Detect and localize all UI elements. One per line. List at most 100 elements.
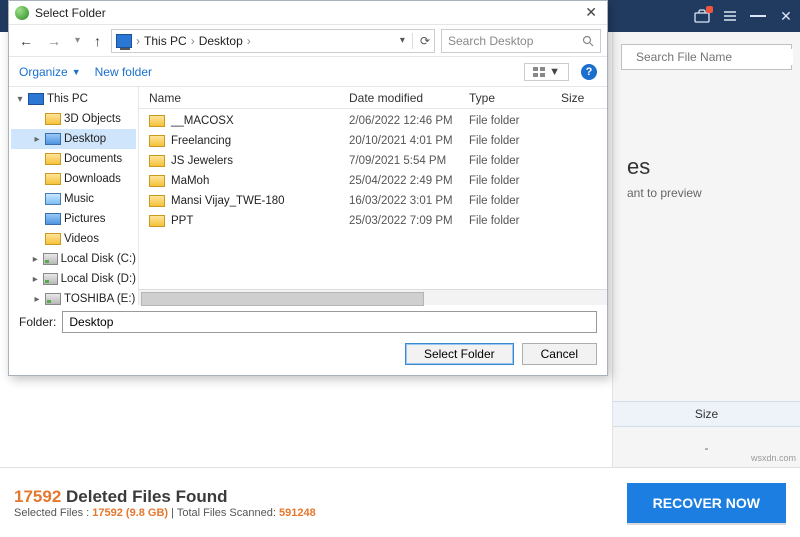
cancel-button[interactable]: Cancel <box>522 343 597 365</box>
this-pc-icon <box>116 34 132 48</box>
tree-item[interactable]: Pictures <box>11 209 136 229</box>
folder-name-input[interactable] <box>62 311 597 333</box>
dialog-search-placeholder: Search Desktop <box>448 34 533 48</box>
list-item[interactable]: Freelancing20/10/2021 4:01 PMFile folder <box>139 131 607 151</box>
tree-item[interactable]: ▾ This PC <box>11 89 136 109</box>
tree-item[interactable]: ▸Local Disk (C:) <box>11 249 136 269</box>
tree-item[interactable]: Documents <box>11 149 136 169</box>
address-dropdown-icon[interactable]: ▾ <box>400 35 405 46</box>
crumb-desktop[interactable]: Desktop <box>199 34 243 48</box>
folder-icon <box>149 155 165 167</box>
scan-summary: Selected Files : 17592 (9.8 GB) | Total … <box>14 507 316 519</box>
folder-icon <box>149 135 165 147</box>
col-date[interactable]: Date modified <box>349 91 469 105</box>
select-folder-button[interactable]: Select Folder <box>405 343 514 365</box>
expander-icon[interactable]: ▸ <box>32 294 42 305</box>
item-name: JS Jewelers <box>171 155 233 167</box>
nav-up-icon[interactable]: ↑ <box>90 33 105 49</box>
search-file-field[interactable]: ✕ <box>621 44 792 70</box>
crumb-this-pc[interactable]: This PC <box>144 34 187 48</box>
nav-back-icon[interactable]: ← <box>15 33 37 49</box>
item-type: File folder <box>469 115 561 127</box>
expander-icon[interactable]: ▸ <box>31 254 40 265</box>
toolbox-icon[interactable] <box>694 8 710 24</box>
item-date: 2/06/2022 12:46 PM <box>349 115 469 127</box>
search-file-input[interactable] <box>634 49 793 65</box>
preview-pane: ✕ es ant to preview Size - <box>612 32 800 467</box>
folder-icon <box>149 215 165 227</box>
new-folder-button[interactable]: New folder <box>95 65 152 79</box>
select-folder-dialog: Select Folder ✕ ← → ▾ ↑ › This PC › Desk… <box>8 0 608 376</box>
tree-item-label: Music <box>64 193 94 205</box>
address-bar[interactable]: › This PC › Desktop › ▾ ⟳ <box>111 29 435 53</box>
menu-icon[interactable] <box>722 8 738 24</box>
nav-forward-icon[interactable]: → <box>43 33 65 49</box>
folder-icon <box>149 175 165 187</box>
drive-icon <box>43 253 58 265</box>
list-item[interactable]: MaMoh25/04/2022 2:49 PMFile folder <box>139 171 607 191</box>
window-close-icon[interactable]: ✕ <box>778 8 794 24</box>
item-date: 25/04/2022 2:49 PM <box>349 175 469 187</box>
folder-icon <box>45 153 61 165</box>
watermark: wsxdn.com <box>751 453 796 463</box>
expander-icon[interactable]: ▸ <box>32 134 42 145</box>
nav-history-icon[interactable]: ▾ <box>71 35 84 46</box>
folder-icon <box>45 173 61 185</box>
item-name: __MACOSX <box>171 115 234 127</box>
dialog-title-bar[interactable]: Select Folder ✕ <box>9 1 607 25</box>
organize-menu[interactable]: Organize ▼ <box>19 65 81 79</box>
item-type: File folder <box>469 135 561 147</box>
tree-item-label: Videos <box>64 233 99 245</box>
list-item[interactable]: PPT25/03/2022 7:09 PMFile folder <box>139 211 607 231</box>
col-name[interactable]: Name <box>149 91 349 105</box>
folder-icon <box>149 195 165 207</box>
search-icon <box>582 35 594 47</box>
tree-item[interactable]: Music <box>11 189 136 209</box>
folder-tree[interactable]: ▾ This PC 3D Objects ▸ Desktop Documents Downl… <box>9 87 139 305</box>
tree-item-label: Downloads <box>64 173 121 185</box>
tree-item[interactable]: ▸ Desktop <box>11 129 136 149</box>
tree-item-label: Local Disk (D:) <box>61 273 136 285</box>
folder-field-label: Folder: <box>19 315 56 329</box>
view-options-button[interactable]: ▼ <box>524 63 569 81</box>
horizontal-scrollbar[interactable] <box>139 289 607 305</box>
list-item[interactable]: Mansi Vijay_TWE-18016/03/2022 3:01 PMFil… <box>139 191 607 211</box>
folder-icon <box>45 233 61 245</box>
pc-icon <box>28 93 44 105</box>
item-type: File folder <box>469 195 561 207</box>
recover-now-button[interactable]: RECOVER NOW <box>627 483 786 523</box>
dialog-close-icon[interactable]: ✕ <box>581 4 601 21</box>
tree-item-label: This PC <box>47 93 88 105</box>
tree-item[interactable]: 3D Objects <box>11 109 136 129</box>
size-column-header[interactable]: Size <box>613 401 800 427</box>
expander-icon[interactable]: ▸ <box>31 274 40 285</box>
blue-icon <box>45 213 61 225</box>
item-date: 7/09/2021 5:54 PM <box>349 155 469 167</box>
tree-item[interactable]: ▸TOSHIBA (E:) <box>11 289 136 305</box>
help-icon[interactable]: ? <box>581 64 597 80</box>
summary-footer: 17592 Deleted Files Found Selected Files… <box>0 467 800 537</box>
tree-item[interactable]: Videos <box>11 229 136 249</box>
preview-hint: ant to preview <box>627 186 786 200</box>
drive-icon <box>43 273 58 285</box>
tree-item[interactable]: ▸ Local Disk (D:) <box>11 269 136 289</box>
list-columns[interactable]: Name Date modified Type Size <box>139 87 607 109</box>
item-name: Freelancing <box>171 135 231 147</box>
tree-item-label: Pictures <box>64 213 106 225</box>
list-item[interactable]: __MACOSX 2/06/2022 12:46 PMFile folder <box>139 111 607 131</box>
tree-item-label: Desktop <box>64 133 106 145</box>
app-icon <box>15 6 29 20</box>
expander-icon[interactable]: ▾ <box>15 94 25 105</box>
refresh-icon[interactable]: ⟳ <box>420 34 430 48</box>
col-type[interactable]: Type <box>469 91 561 105</box>
folder-icon <box>149 115 165 127</box>
tree-item[interactable]: Downloads <box>11 169 136 189</box>
col-size[interactable]: Size <box>561 91 607 105</box>
music-icon <box>45 193 61 205</box>
window-minimize-icon[interactable] <box>750 8 766 24</box>
item-date: 25/03/2022 7:09 PM <box>349 215 469 227</box>
dialog-search-box[interactable]: Search Desktop <box>441 29 601 53</box>
list-item[interactable]: JS Jewelers7/09/2021 5:54 PMFile folder <box>139 151 607 171</box>
chevron-down-icon: ▼ <box>549 66 560 78</box>
item-name: MaMoh <box>171 175 209 187</box>
